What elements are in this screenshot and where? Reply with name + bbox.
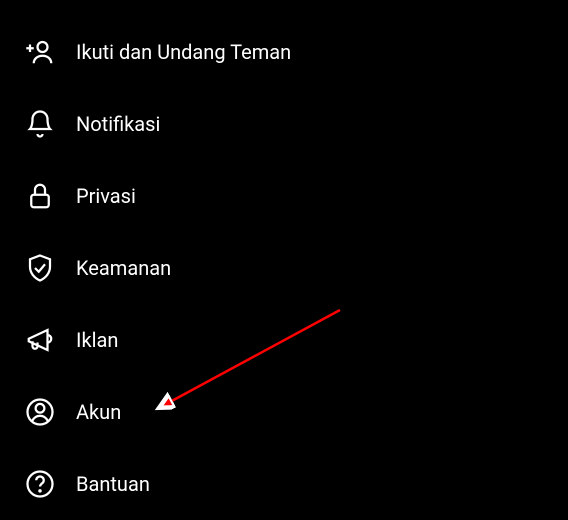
menu-item-ads[interactable]: Iklan xyxy=(0,304,568,376)
menu-item-notifications[interactable]: Notifikasi xyxy=(0,88,568,160)
megaphone-icon xyxy=(24,324,56,356)
settings-menu: Ikuti dan Undang Teman Notifikasi Privas… xyxy=(0,0,568,520)
shield-check-icon xyxy=(24,252,56,284)
menu-item-label: Akun xyxy=(76,400,121,424)
lock-icon xyxy=(24,180,56,212)
menu-item-label: Privasi xyxy=(76,184,136,208)
account-icon xyxy=(24,396,56,428)
help-icon xyxy=(24,468,56,500)
add-person-icon xyxy=(24,36,56,68)
menu-item-label: Ikuti dan Undang Teman xyxy=(76,40,291,64)
menu-item-label: Notifikasi xyxy=(76,112,160,136)
menu-item-label: Keamanan xyxy=(76,256,171,280)
menu-item-account[interactable]: Akun xyxy=(0,376,568,448)
menu-item-label: Iklan xyxy=(76,328,118,352)
menu-item-security[interactable]: Keamanan xyxy=(0,232,568,304)
menu-item-follow-invite[interactable]: Ikuti dan Undang Teman xyxy=(0,16,568,88)
menu-item-help[interactable]: Bantuan xyxy=(0,448,568,520)
menu-item-privacy[interactable]: Privasi xyxy=(0,160,568,232)
bell-icon xyxy=(24,108,56,140)
menu-item-label: Bantuan xyxy=(76,472,150,496)
